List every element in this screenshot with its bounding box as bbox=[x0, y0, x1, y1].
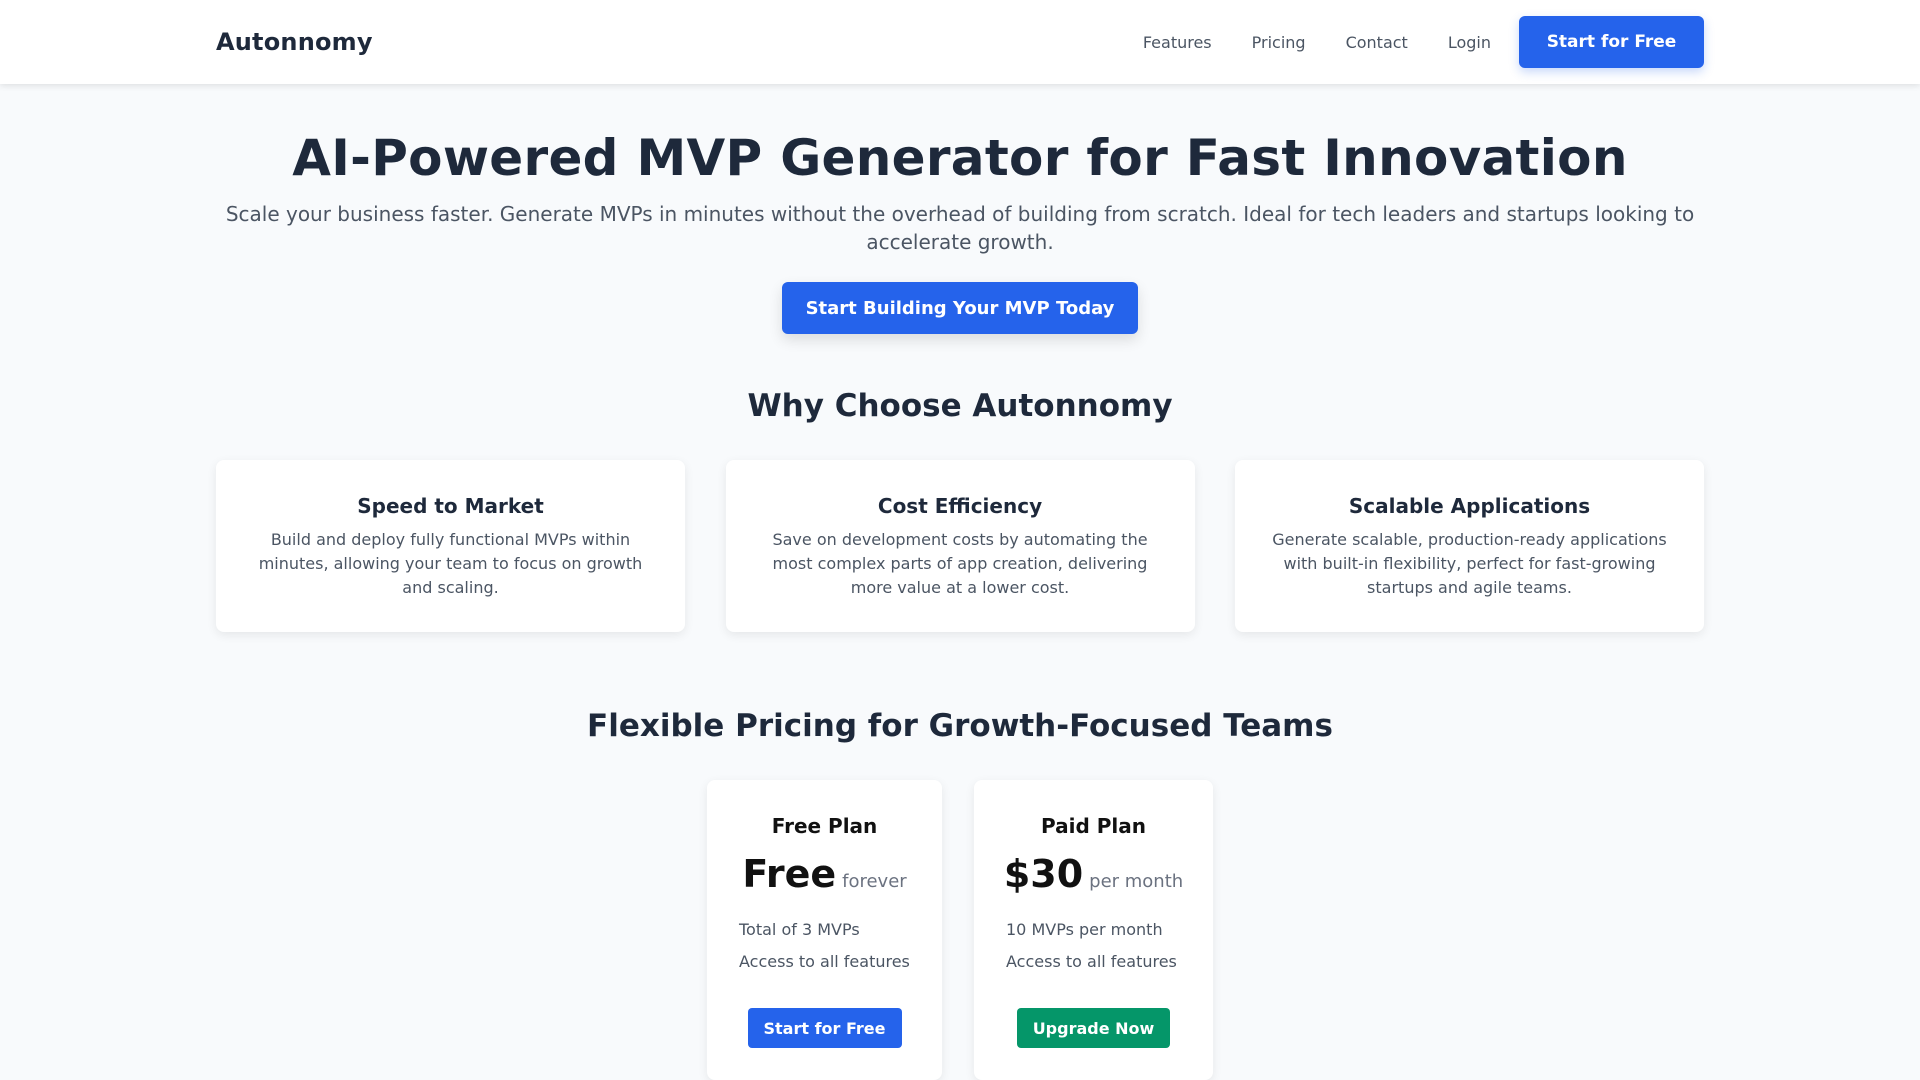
feature-card-scalable: Scalable Applications Generate scalable,… bbox=[1235, 460, 1704, 632]
plan-price-row: $30 per month bbox=[974, 852, 1213, 896]
plan-name: Paid Plan bbox=[1041, 814, 1146, 838]
start-for-free-nav-button[interactable]: Start for Free bbox=[1519, 16, 1704, 68]
hero-subtitle: Scale your business faster. Generate MVP… bbox=[225, 202, 1695, 254]
nav-link-login[interactable]: Login bbox=[1448, 33, 1491, 52]
nav-link-pricing[interactable]: Pricing bbox=[1252, 33, 1306, 52]
feature-title: Cost Efficiency bbox=[877, 494, 1043, 518]
feature-card-speed: Speed to Market Build and deploy fully f… bbox=[216, 460, 685, 632]
plan-feature: Total of 3 MVPs bbox=[739, 920, 860, 939]
plan-feature: Access to all features bbox=[739, 952, 910, 971]
plan-price: Free bbox=[742, 852, 837, 896]
plan-price-row: Free forever bbox=[707, 852, 942, 896]
navbar-inner: Autonnomy Features Pricing Contact Login… bbox=[216, 0, 1704, 84]
plan-features: Total of 3 MVPs Access to all features bbox=[707, 914, 942, 978]
features-section: Speed to Market Build and deploy fully f… bbox=[216, 460, 1704, 632]
feature-card-cost: Cost Efficiency Save on development cost… bbox=[725, 460, 1195, 632]
upgrade-now-button[interactable]: Upgrade Now bbox=[1017, 1008, 1170, 1048]
pricing-section-title: Flexible Pricing for Growth-Focused Team… bbox=[587, 708, 1333, 744]
start-for-free-plan-button[interactable]: Start for Free bbox=[747, 1008, 902, 1048]
plan-name: Free Plan bbox=[771, 814, 878, 838]
navbar: Autonnomy Features Pricing Contact Login… bbox=[0, 0, 1920, 84]
hero-title: AI-Powered MVP Generator for Fast Innova… bbox=[292, 129, 1628, 187]
feature-title: Scalable Applications bbox=[1348, 494, 1591, 518]
feature-description: Save on development costs by automating … bbox=[772, 530, 1148, 597]
nav-link-contact[interactable]: Contact bbox=[1346, 33, 1408, 52]
plan-feature: Access to all features bbox=[1006, 952, 1177, 971]
why-section-title: Why Choose Autonnomy bbox=[747, 388, 1173, 424]
start-building-button[interactable]: Start Building Your MVP Today bbox=[782, 282, 1138, 334]
plan-card-paid: Paid Plan $30 per month 10 MVPs per mont… bbox=[974, 780, 1213, 1080]
plan-period: forever bbox=[842, 871, 907, 892]
feature-description: Build and deploy fully functional MVPs w… bbox=[258, 530, 643, 597]
plan-card-free: Free Plan Free forever Total of 3 MVPs A… bbox=[707, 780, 942, 1080]
plan-feature: 10 MVPs per month bbox=[1006, 920, 1163, 939]
plan-features: 10 MVPs per month Access to all features bbox=[974, 914, 1213, 978]
pricing-plans: Free Plan Free forever Total of 3 MVPs A… bbox=[707, 780, 1213, 1080]
plan-period: per month bbox=[1089, 871, 1184, 892]
brand-logo[interactable]: Autonnomy bbox=[216, 28, 373, 56]
nav-links: Features Pricing Contact Login Start for… bbox=[1143, 16, 1704, 68]
plan-price: $30 bbox=[1003, 852, 1084, 896]
nav-link-features[interactable]: Features bbox=[1143, 33, 1212, 52]
feature-title: Speed to Market bbox=[357, 494, 544, 518]
feature-description: Generate scalable, production-ready appl… bbox=[1272, 530, 1667, 597]
hero-section: AI-Powered MVP Generator for Fast Innova… bbox=[0, 84, 1920, 334]
